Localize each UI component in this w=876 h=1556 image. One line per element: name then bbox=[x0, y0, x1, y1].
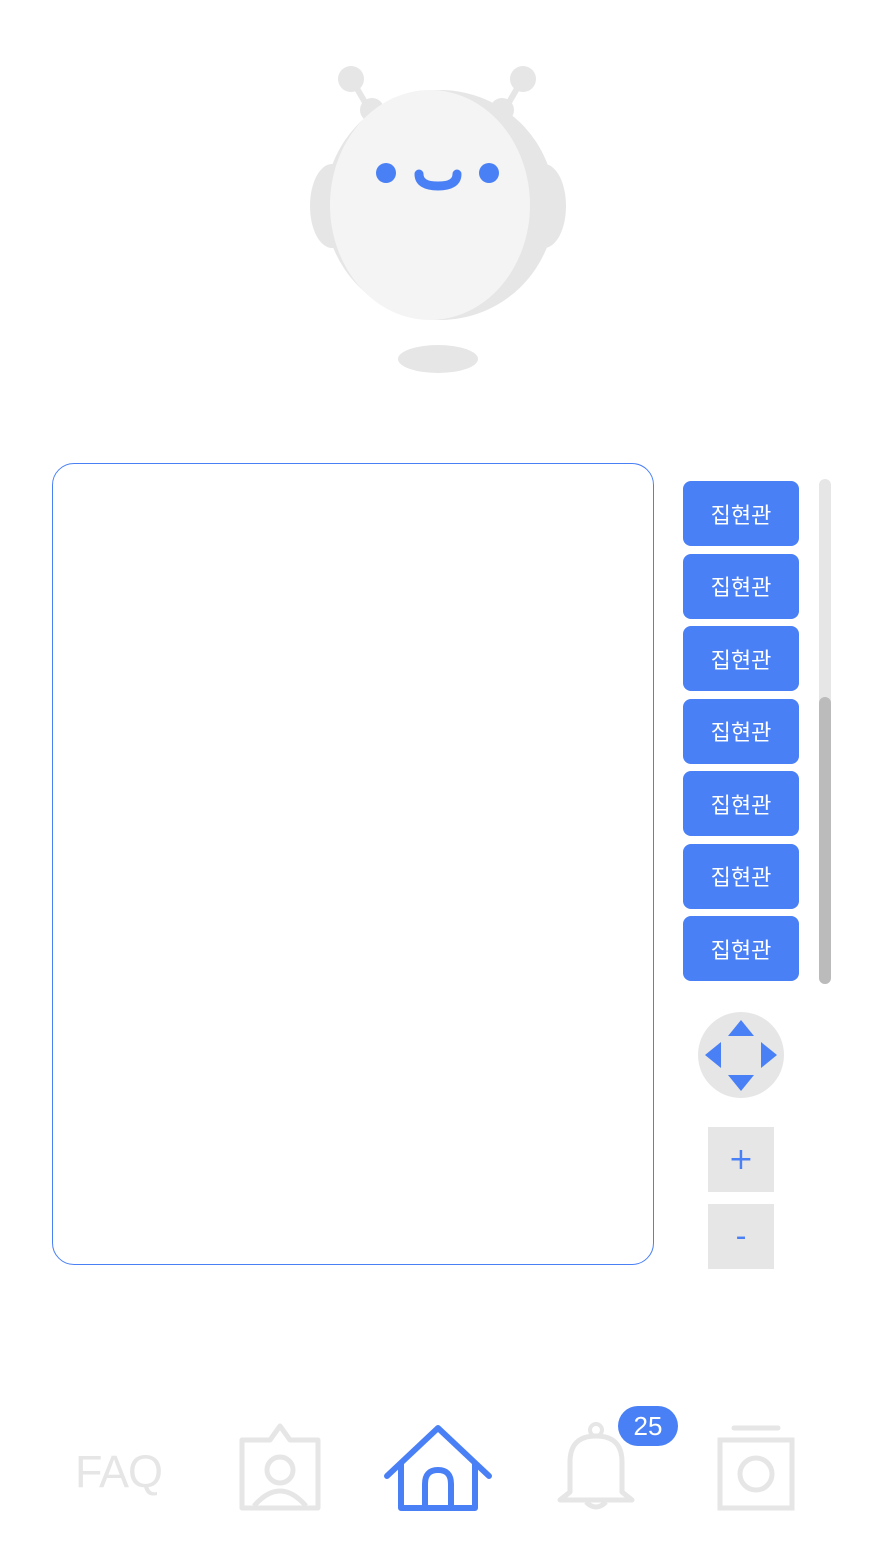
building-button[interactable]: 집현관 bbox=[683, 843, 799, 909]
robot-mascot-icon bbox=[300, 55, 580, 385]
arrow-up-icon[interactable] bbox=[728, 1020, 754, 1036]
map-panel[interactable] bbox=[52, 463, 654, 1265]
scrollbar-thumb[interactable] bbox=[819, 697, 831, 984]
camera-icon[interactable] bbox=[716, 1424, 796, 1512]
home-icon[interactable] bbox=[383, 1424, 493, 1512]
building-button[interactable]: 집현관 bbox=[683, 771, 799, 836]
building-button[interactable]: 집현관 bbox=[683, 481, 799, 546]
notification-badge: 25 bbox=[618, 1406, 678, 1446]
building-button[interactable]: 집현관 bbox=[683, 698, 799, 764]
direction-pad bbox=[698, 1012, 784, 1098]
building-button[interactable]: 집현관 bbox=[683, 553, 799, 619]
profile-card-icon[interactable] bbox=[238, 1422, 322, 1512]
arrow-left-icon[interactable] bbox=[705, 1042, 721, 1068]
building-list-scrollbar[interactable] bbox=[819, 479, 831, 984]
arrow-right-icon[interactable] bbox=[761, 1042, 777, 1068]
zoom-out-button[interactable]: - bbox=[708, 1204, 774, 1269]
arrow-down-icon[interactable] bbox=[728, 1075, 754, 1091]
building-list[interactable]: 집현관 집현관 집현관 집현관 집현관 집현관 집현관 bbox=[683, 481, 799, 981]
zoom-in-button[interactable]: + bbox=[708, 1127, 774, 1192]
building-button[interactable]: 집현관 bbox=[683, 916, 799, 981]
nav-faq[interactable]: FAQ bbox=[75, 1446, 163, 1498]
building-button[interactable]: 집현관 bbox=[683, 626, 799, 691]
